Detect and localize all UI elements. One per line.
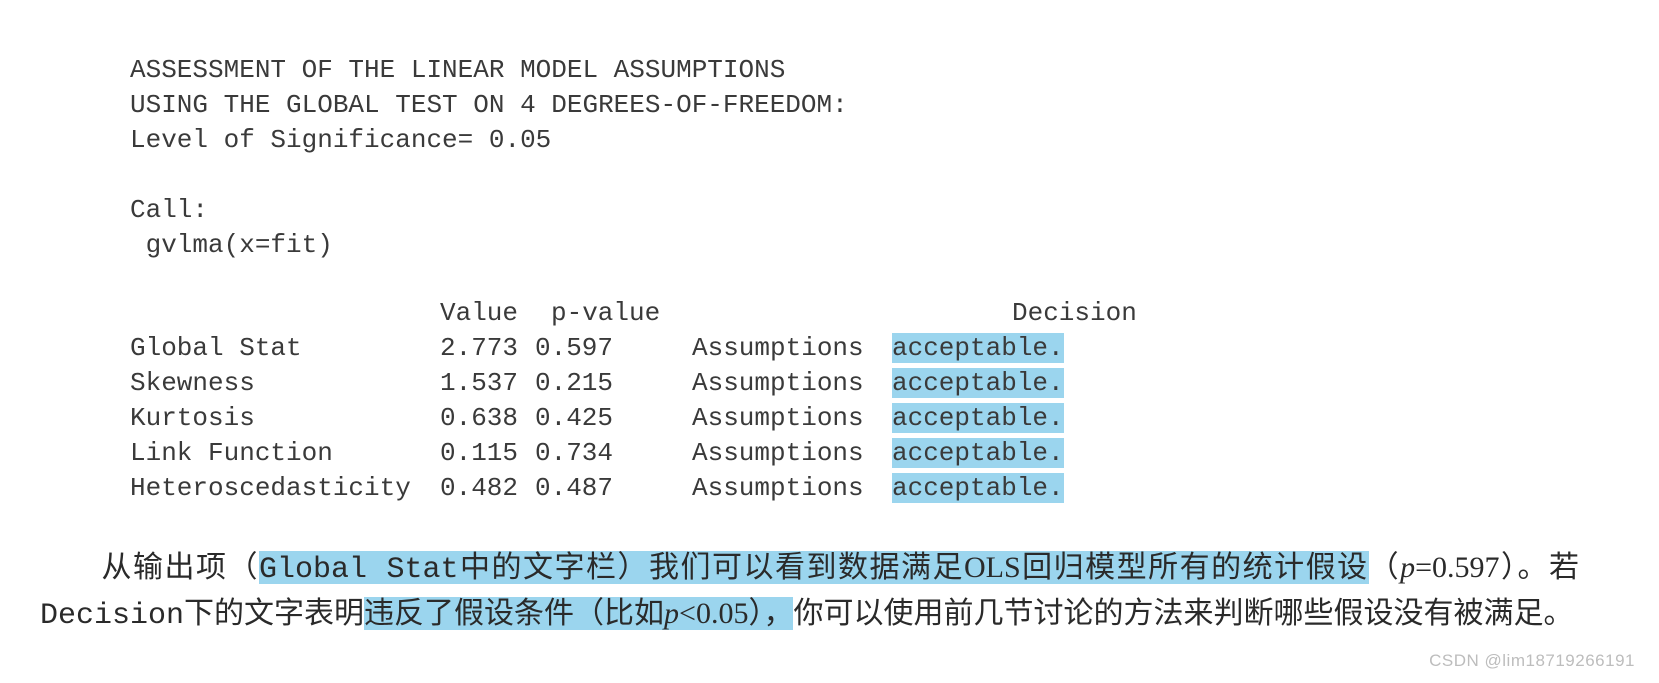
header-line-3: Level of Significance= 0.05	[130, 125, 551, 155]
table-header-row: Value p-value Decision	[130, 296, 1137, 331]
row-decision: acceptable.	[892, 403, 1064, 433]
para-t11: <0.05），	[679, 597, 793, 630]
page-root: ASSESSMENT OF THE LINEAR MODEL ASSUMPTIO…	[0, 0, 1659, 638]
para-t1: 从输出项（	[100, 551, 259, 584]
call-expression: gvlma(x=fit)	[130, 230, 333, 260]
row-value: 0.482	[440, 471, 535, 506]
row-name: Heteroscedasticity	[130, 471, 440, 506]
para-t8: 下的文字表明	[184, 597, 364, 630]
row-pvalue: 0.215	[535, 366, 676, 401]
row-assumptions: Assumptions	[676, 436, 892, 471]
para-t7: Decision	[40, 599, 184, 633]
watermark: CSDN @lim18719266191	[1429, 651, 1635, 671]
row-pvalue: 0.425	[535, 401, 676, 436]
col-header-value: Value	[440, 296, 535, 331]
row-pvalue: 0.487	[535, 471, 676, 506]
table-row: Skewness 1.537 0.215 Assumptions accepta…	[130, 366, 1137, 401]
output-header: ASSESSMENT OF THE LINEAR MODEL ASSUMPTIO…	[130, 18, 1619, 263]
row-pvalue: 0.597	[535, 331, 676, 366]
row-name: Global Stat	[130, 331, 440, 366]
row-name: Skewness	[130, 366, 440, 401]
col-header-decision: Decision	[892, 296, 1137, 331]
explanation-paragraph: 从输出项（Global Stat中的文字栏）我们可以看到数据满足OLS回归模型所…	[40, 546, 1579, 638]
row-decision: acceptable.	[892, 368, 1064, 398]
results-table: Value p-value Decision Global Stat 2.773…	[130, 296, 1137, 506]
para-t3: 中的文字栏）我们可以看到数据满足OLS回归模型所有的统计假设	[459, 551, 1369, 584]
row-decision: acceptable.	[892, 473, 1064, 503]
para-t2: Global Stat	[259, 553, 459, 587]
row-name: Kurtosis	[130, 401, 440, 436]
row-value: 0.638	[440, 401, 535, 436]
table-row: Heteroscedasticity 0.482 0.487 Assumptio…	[130, 471, 1137, 506]
header-line-2: USING THE GLOBAL TEST ON 4 DEGREES-OF-FR…	[130, 90, 848, 120]
row-name: Link Function	[130, 436, 440, 471]
row-value: 2.773	[440, 331, 535, 366]
row-decision: acceptable.	[892, 438, 1064, 468]
table-row: Link Function 0.115 0.734 Assumptions ac…	[130, 436, 1137, 471]
col-header-pvalue: p-value	[535, 296, 676, 331]
table-row: Kurtosis 0.638 0.425 Assumptions accepta…	[130, 401, 1137, 436]
row-value: 1.537	[440, 366, 535, 401]
row-assumptions: Assumptions	[676, 366, 892, 401]
para-t5: p	[1400, 551, 1415, 584]
row-assumptions: Assumptions	[676, 331, 892, 366]
para-t9: 违反了假设条件（比如	[364, 597, 664, 630]
results-table-block: Value p-value Decision Global Stat 2.773…	[130, 296, 1619, 506]
para-t6: =0.597）。若	[1415, 551, 1579, 584]
row-pvalue: 0.734	[535, 436, 676, 471]
row-decision: acceptable.	[892, 333, 1064, 363]
row-assumptions: Assumptions	[676, 401, 892, 436]
para-t10: p	[664, 597, 679, 630]
table-row: Global Stat 2.773 0.597 Assumptions acce…	[130, 331, 1137, 366]
header-line-1: ASSESSMENT OF THE LINEAR MODEL ASSUMPTIO…	[130, 55, 785, 85]
para-t12: 你可以使用前几节讨论的方法来判断哪些假设没有被满足。	[793, 597, 1573, 630]
row-assumptions: Assumptions	[676, 471, 892, 506]
row-value: 0.115	[440, 436, 535, 471]
para-t4: （	[1369, 551, 1401, 584]
call-label: Call:	[130, 195, 208, 225]
